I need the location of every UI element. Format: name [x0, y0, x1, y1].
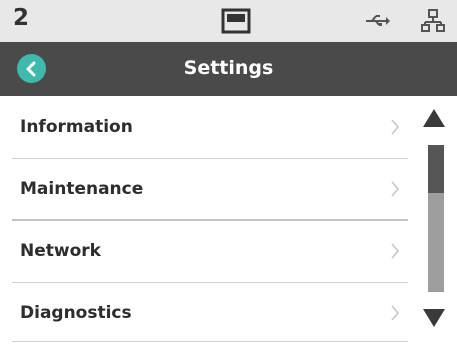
triangle-down-icon[interactable]	[422, 308, 446, 332]
scrollbar[interactable]	[410, 96, 457, 343]
menu-item-diagnostics[interactable]: Diagnostics	[12, 282, 408, 344]
usb-icon	[364, 13, 390, 33]
triangle-up-icon[interactable]	[422, 108, 446, 132]
status-indicator-number: 2	[13, 5, 30, 31]
status-bar: 2	[0, 0, 457, 42]
settings-menu: Information Maintenance Network Diagnost…	[0, 96, 410, 343]
page-title: Settings	[183, 57, 274, 79]
chevron-right-icon	[390, 304, 400, 326]
chevron-right-icon	[390, 242, 400, 264]
menu-item-maintenance[interactable]: Maintenance	[12, 158, 408, 220]
menu-item-network[interactable]: Network	[12, 220, 408, 282]
chevron-right-icon	[390, 180, 400, 202]
menu-item-label: Network	[20, 241, 101, 261]
scroll-thumb[interactable]	[428, 145, 444, 193]
menu-item-label: Maintenance	[20, 179, 144, 199]
settings-header: Settings	[0, 42, 457, 96]
menu-item-label: Information	[20, 117, 133, 137]
battery-icon	[221, 8, 251, 38]
network-icon	[421, 9, 445, 37]
menu-divider	[12, 341, 408, 342]
chevron-right-icon	[390, 118, 400, 140]
menu-item-label: Diagnostics	[20, 303, 132, 323]
menu-item-information[interactable]: Information	[12, 96, 408, 158]
